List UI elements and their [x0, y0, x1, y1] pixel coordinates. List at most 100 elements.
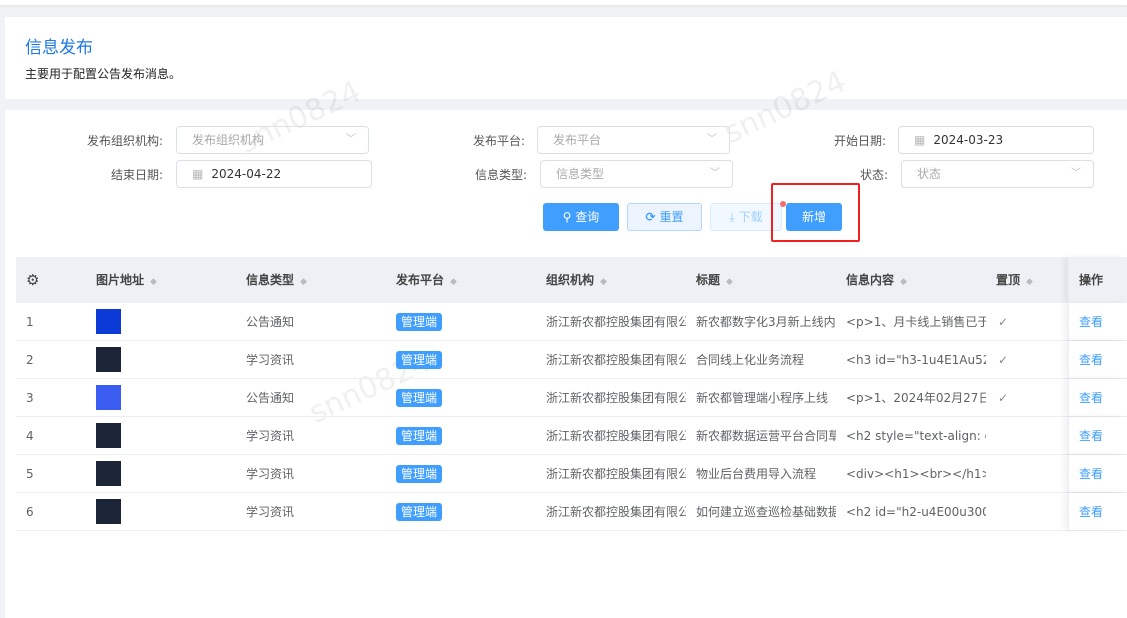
- content-card: snn0824 snn0824 snn0824 发布组织机构: 发布组织机构 ﹀ …: [5, 64, 1127, 618]
- cell-content: <h2 id="h2-u4E00u3001u: [846, 505, 986, 519]
- view-link[interactable]: 查看: [1079, 379, 1103, 417]
- thumbnail-image[interactable]: [96, 309, 121, 334]
- cell-platform: 管理端: [396, 379, 443, 417]
- cell-title: 物业后台费用导入流程: [696, 467, 817, 481]
- org-select[interactable]: 发布组织机构 ﹀: [176, 126, 369, 154]
- start-date-label: 开始日期:: [833, 134, 886, 148]
- cell-top-check: ✓: [998, 391, 1009, 405]
- col-label: 组织机构: [546, 273, 595, 287]
- cell-title: 新农都管理端小程序上线: [696, 391, 829, 405]
- platform-select[interactable]: 发布平台 ﹀: [537, 126, 730, 154]
- sort-icon: ◆: [150, 277, 157, 287]
- cell-org: 浙江新农都控股集团有限公: [546, 429, 686, 443]
- cell-type: 学习资讯: [246, 353, 295, 367]
- sort-icon: ◆: [600, 277, 607, 287]
- table-header: ⚙ 图片地址 ◆ 信息类型 ◆ 发布平台 ◆ 组织机构 ◆ 标题 ◆ 信息内容 ◆ 置顶 ◆ …: [16, 257, 1127, 303]
- cell-type: 公告通知: [246, 391, 295, 405]
- org-placeholder: 发布组织机构: [192, 133, 265, 147]
- chevron-down-icon: ﹀: [710, 168, 720, 179]
- col-label: 图片地址: [96, 273, 145, 287]
- cell-type: 学习资讯: [246, 467, 295, 481]
- col-label: 信息内容: [846, 273, 895, 287]
- end-date-value: 2024-04-22: [211, 167, 282, 181]
- type-select[interactable]: 信息类型 ﹀: [540, 160, 733, 188]
- table-row: 1 公告通知 管理端 浙江新农都控股集团有限公 新农都数字化3月新上线内 <p>…: [16, 303, 1127, 341]
- col-top[interactable]: 置顶 ◆: [996, 257, 1033, 305]
- refresh-icon: ⟳: [645, 210, 656, 224]
- thumbnail-image[interactable]: [96, 385, 121, 410]
- cell-op: 查看: [1068, 379, 1127, 416]
- status-label: 状态:: [859, 168, 888, 182]
- cell-org: 浙江新农都控股集团有限公: [546, 505, 686, 519]
- cell-op: 查看: [1068, 341, 1127, 378]
- col-org[interactable]: 组织机构 ◆: [546, 257, 607, 305]
- cell-content: <h2 style="text-align: cent: [846, 429, 986, 443]
- row-index: 2: [26, 353, 34, 367]
- sort-icon: ◆: [1026, 277, 1033, 287]
- view-link[interactable]: 查看: [1079, 341, 1103, 379]
- cell-org: 浙江新农都控股集团有限公: [546, 391, 686, 405]
- platform-tag: 管理端: [396, 389, 443, 407]
- sort-icon: ◆: [726, 277, 733, 287]
- row-index: 3: [26, 391, 34, 405]
- chevron-down-icon: ﹀: [707, 134, 717, 145]
- search-icon: ⚲: [562, 210, 572, 224]
- cell-op: 查看: [1068, 303, 1127, 340]
- view-link[interactable]: 查看: [1079, 417, 1103, 455]
- calendar-icon: ▦: [192, 167, 204, 181]
- platform-placeholder: 发布平台: [553, 133, 602, 147]
- cell-type: 学习资讯: [246, 429, 295, 443]
- table-row: 2 学习资讯 管理端 浙江新农都控股集团有限公 合同线上化业务流程 <h3 id…: [16, 341, 1127, 379]
- end-date-label: 结束日期:: [110, 168, 163, 182]
- reset-button[interactable]: ⟳ 重置: [627, 203, 702, 231]
- thumbnail-image[interactable]: [96, 461, 121, 486]
- cell-org: 浙江新农都控股集团有限公: [546, 315, 686, 329]
- thumbnail-image[interactable]: [96, 423, 121, 448]
- status-select[interactable]: 状态 ﹀: [901, 160, 1094, 188]
- col-label: 标题: [696, 273, 721, 287]
- reset-label: 重置: [659, 210, 684, 224]
- query-label: 查询: [575, 210, 600, 224]
- cell-title: 新农都数据运营平台合同草: [696, 429, 836, 443]
- view-link[interactable]: 查看: [1079, 493, 1103, 531]
- col-content[interactable]: 信息内容 ◆: [846, 257, 907, 305]
- page-header: 信息发布 主要用于配置公告发布消息。: [5, 17, 1127, 99]
- col-label: 信息类型: [246, 273, 295, 287]
- platform-tag: 管理端: [396, 313, 443, 331]
- end-date-input[interactable]: ▦ 2024-04-22: [176, 160, 372, 188]
- cell-platform: 管理端: [396, 493, 443, 531]
- table-row: 6 学习资讯 管理端 浙江新农都控股集团有限公 如何建立巡查巡检基础数据 <h2…: [16, 493, 1127, 531]
- page-subtitle: 主要用于配置公告发布消息。: [25, 67, 182, 81]
- col-image[interactable]: 图片地址 ◆: [96, 257, 157, 305]
- cell-op: 查看: [1068, 493, 1127, 530]
- col-label: 置顶: [996, 273, 1021, 287]
- top-bar: [0, 0, 1127, 5]
- table-row: 5 学习资讯 管理端 浙江新农都控股集团有限公 物业后台费用导入流程 <div>…: [16, 455, 1127, 493]
- col-type[interactable]: 信息类型 ◆: [246, 257, 307, 305]
- thumbnail-image[interactable]: [96, 499, 121, 524]
- cell-op: 查看: [1068, 417, 1127, 454]
- view-link[interactable]: 查看: [1079, 455, 1103, 493]
- start-date-input[interactable]: ▦ 2024-03-23: [898, 126, 1094, 154]
- cell-org: 浙江新农都控股集团有限公: [546, 353, 686, 367]
- query-button[interactable]: ⚲ 查询: [543, 203, 619, 231]
- calendar-icon: ▦: [914, 133, 926, 147]
- cell-platform: 管理端: [396, 455, 443, 493]
- sort-icon: ◆: [900, 277, 907, 287]
- col-title[interactable]: 标题 ◆: [696, 257, 733, 305]
- highlight-box: [771, 183, 860, 242]
- row-index: 4: [26, 429, 34, 443]
- row-index: 5: [26, 467, 34, 481]
- chevron-down-icon: ﹀: [1071, 168, 1081, 179]
- cell-platform: 管理端: [396, 341, 443, 379]
- view-link[interactable]: 查看: [1079, 303, 1103, 341]
- col-platform[interactable]: 发布平台 ◆: [396, 257, 457, 305]
- thumbnail-image[interactable]: [96, 347, 121, 372]
- info-table: ⚙ 图片地址 ◆ 信息类型 ◆ 发布平台 ◆ 组织机构 ◆ 标题 ◆ 信息内容 ◆ 置顶 ◆ …: [16, 257, 1127, 531]
- table-row: 4 学习资讯 管理端 浙江新农都控股集团有限公 新农都数据运营平台合同草 <h2…: [16, 417, 1127, 455]
- cell-content: <p>1、2024年02月27日管: [846, 391, 986, 405]
- row-index: 1: [26, 315, 34, 329]
- gear-icon[interactable]: ⚙: [26, 257, 39, 303]
- cell-title: 如何建立巡查巡检基础数据: [696, 505, 836, 519]
- platform-tag: 管理端: [396, 427, 443, 445]
